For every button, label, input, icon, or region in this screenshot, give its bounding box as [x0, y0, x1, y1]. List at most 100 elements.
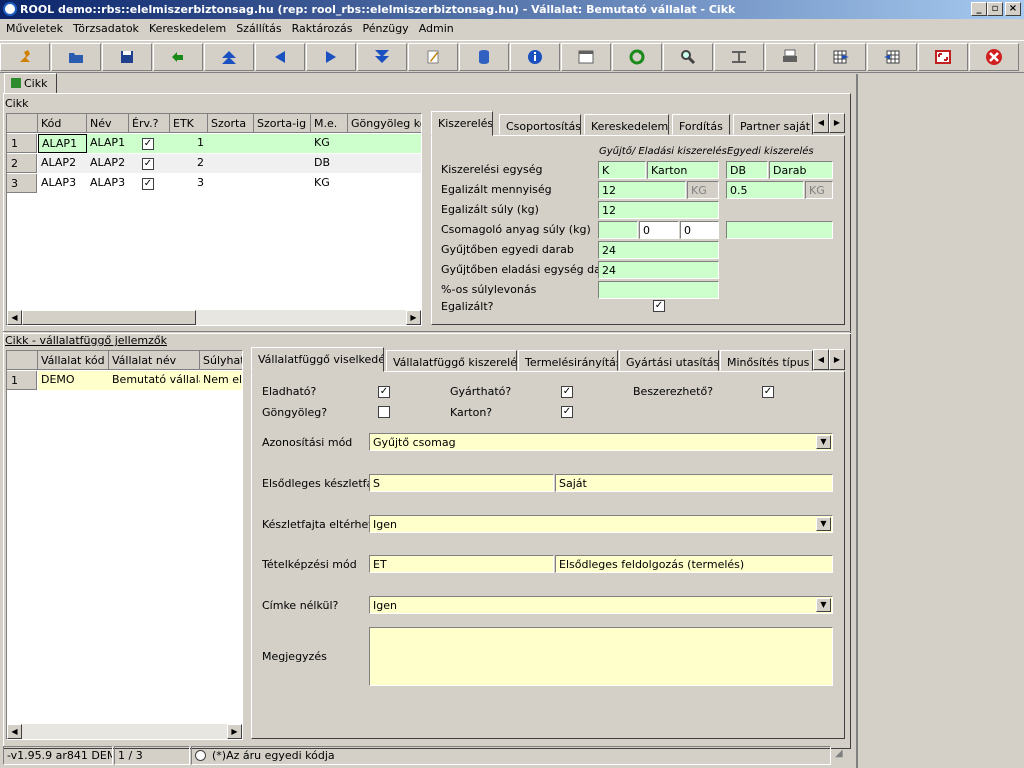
- toolbar-button-0[interactable]: [0, 43, 50, 71]
- toolbar-button-16[interactable]: [816, 43, 866, 71]
- column-header-4[interactable]: Szorta: [208, 114, 254, 133]
- chevron-down-icon[interactable]: ▼: [816, 435, 831, 449]
- table-cell[interactable]: [208, 134, 254, 153]
- table-cell[interactable]: [254, 134, 311, 153]
- column-header-3[interactable]: ETK: [170, 114, 208, 133]
- tab-viselkedes-0[interactable]: Vállalatfüggő viselkedés: [251, 347, 384, 372]
- gyarthato-checkbox[interactable]: ✓: [561, 386, 573, 398]
- row-number[interactable]: 1: [7, 134, 37, 153]
- vall-column-header-1[interactable]: Vállalat név: [109, 351, 200, 370]
- erv-checkbox[interactable]: ✓: [142, 178, 154, 190]
- vall-grid[interactable]: ◀ ▶ Vállalat kódVállalat névSúlyhatá 1DEM…: [6, 350, 243, 740]
- tab-kiszereles-0[interactable]: Kiszerelés: [431, 111, 493, 136]
- table-cell[interactable]: ALAP1: [38, 134, 87, 153]
- tetel-name-field[interactable]: Elsődleges feldolgozás (termelés): [555, 555, 833, 573]
- menu-item-0[interactable]: Műveletek: [0, 19, 67, 35]
- beszerezheto-checkbox[interactable]: ✓: [762, 386, 774, 398]
- radio-icon[interactable]: [195, 750, 206, 761]
- column-header-5[interactable]: Szorta-ig: [254, 114, 311, 133]
- menu-item-6[interactable]: Admin: [413, 19, 458, 35]
- keszlet-name-field[interactable]: Saját: [555, 474, 833, 492]
- pack-weight-b-field[interactable]: 0: [639, 221, 679, 239]
- single-count-field[interactable]: 24: [598, 241, 719, 259]
- cimke-select[interactable]: Igen ▼: [369, 596, 833, 614]
- toolbar-button-5[interactable]: [255, 43, 305, 71]
- egalizalt-checkbox[interactable]: ✓: [653, 300, 665, 312]
- vall-scroll-right-icon[interactable]: ▶: [227, 724, 242, 739]
- chevron-down-icon[interactable]: ▼: [816, 598, 831, 612]
- tab-kiszereles-2[interactable]: Kereskedelem: [584, 114, 669, 135]
- menu-item-3[interactable]: Szállítás: [230, 19, 285, 35]
- table-cell[interactable]: KG: [311, 134, 348, 153]
- cikk-grid[interactable]: ◀ ▶ Kód Név Érv.? ETK Szorta Szorta-ig M.e. Gön…: [6, 113, 422, 326]
- row-number[interactable]: 3: [7, 174, 37, 193]
- tab-viselkedes-4[interactable]: Minősítés típus: [720, 350, 813, 371]
- chevron-down-icon[interactable]: ▼: [816, 517, 831, 531]
- menu-item-2[interactable]: Kereskedelem: [143, 19, 230, 35]
- toolbar-button-6[interactable]: [306, 43, 356, 71]
- table-cell[interactable]: [348, 174, 421, 193]
- toolbar-button-9[interactable]: [459, 43, 509, 71]
- eladhato-checkbox[interactable]: ✓: [378, 386, 390, 398]
- vtabs-scroll-left-icon[interactable]: ◀: [813, 349, 829, 370]
- tab-viselkedes-1[interactable]: Vállalatfüggő kiszerelés: [386, 350, 517, 371]
- table-cell[interactable]: [208, 174, 254, 193]
- table-cell[interactable]: ALAP2: [87, 154, 129, 173]
- toolbar-button-4[interactable]: [204, 43, 254, 71]
- toolbar-button-19[interactable]: [969, 43, 1019, 71]
- vall-column-header-2[interactable]: Súlyhatá: [200, 351, 242, 370]
- tab-viselkedes-3[interactable]: Gyártási utasítás: [619, 350, 719, 371]
- vtabs-scroll-right-icon[interactable]: ▶: [829, 349, 845, 370]
- row-number[interactable]: 2: [7, 154, 37, 173]
- unit-code-field[interactable]: K: [598, 161, 646, 179]
- column-header-0[interactable]: Kód: [38, 114, 87, 133]
- single-unit-name-field[interactable]: Darab: [769, 161, 833, 179]
- table-cell[interactable]: KG: [311, 174, 348, 193]
- table-cell[interactable]: [348, 154, 421, 173]
- table-cell[interactable]: [254, 154, 311, 173]
- sales-unit-count-field[interactable]: 24: [598, 261, 719, 279]
- pack-weight-c-field[interactable]: 0: [680, 221, 719, 239]
- table-cell[interactable]: ALAP3: [38, 174, 87, 193]
- tab-kiszereles-3[interactable]: Fordítás: [672, 114, 730, 135]
- resize-grip-icon[interactable]: ◢: [835, 748, 849, 764]
- scroll-thumb[interactable]: [22, 310, 196, 325]
- tetel-code-field[interactable]: ET: [369, 555, 554, 573]
- menu-item-4[interactable]: Raktározás: [286, 19, 357, 35]
- table-cell[interactable]: [208, 154, 254, 173]
- table-cell[interactable]: [348, 134, 421, 153]
- elterhet-select[interactable]: Igen ▼: [369, 515, 833, 533]
- minimize-button[interactable]: _: [971, 2, 987, 16]
- toolbar-button-3[interactable]: [153, 43, 203, 71]
- table-cell[interactable]: Bemutató vállalat: [109, 371, 200, 390]
- toolbar-button-8[interactable]: [408, 43, 458, 71]
- toolbar-button-10[interactable]: [510, 43, 560, 71]
- table-cell[interactable]: ALAP2: [38, 154, 87, 173]
- table-cell[interactable]: DB: [311, 154, 348, 173]
- tabs-scroll-right-icon[interactable]: ▶: [829, 113, 845, 133]
- column-header-1[interactable]: Név: [87, 114, 129, 133]
- table-cell[interactable]: ALAP3: [87, 174, 129, 193]
- scroll-left-icon[interactable]: ◀: [7, 310, 22, 325]
- table-cell[interactable]: 3: [170, 174, 208, 193]
- weight-deduction-field[interactable]: [598, 281, 719, 299]
- maximize-button[interactable]: ▫: [987, 2, 1003, 16]
- megjegyzes-textarea[interactable]: [369, 627, 833, 686]
- table-cell[interactable]: DEMO: [38, 371, 109, 390]
- table-cell[interactable]: ALAP1: [87, 134, 129, 153]
- pack-weight-single-field[interactable]: [726, 221, 833, 239]
- tab-kiszereles-4[interactable]: Partner saját kód: [733, 114, 813, 135]
- toolbar-button-18[interactable]: [918, 43, 968, 71]
- vall-scroll-left-icon[interactable]: ◀: [7, 724, 22, 739]
- column-header-2[interactable]: Érv.?: [129, 114, 170, 133]
- scroll-right-icon[interactable]: ▶: [406, 310, 421, 325]
- keszlet-code-field[interactable]: S: [369, 474, 554, 492]
- cikk-hscrollbar[interactable]: ◀ ▶: [7, 310, 421, 325]
- toolbar-button-13[interactable]: [663, 43, 713, 71]
- egal-menny-field[interactable]: 12: [598, 181, 686, 199]
- table-cell[interactable]: 1: [170, 134, 208, 153]
- vall-column-header-0[interactable]: Vállalat kód: [38, 351, 109, 370]
- tab-viselkedes-2[interactable]: Termelésirányítás: [518, 350, 618, 371]
- gongyoleg-checkbox[interactable]: [378, 406, 390, 418]
- row-number[interactable]: 1: [7, 371, 37, 390]
